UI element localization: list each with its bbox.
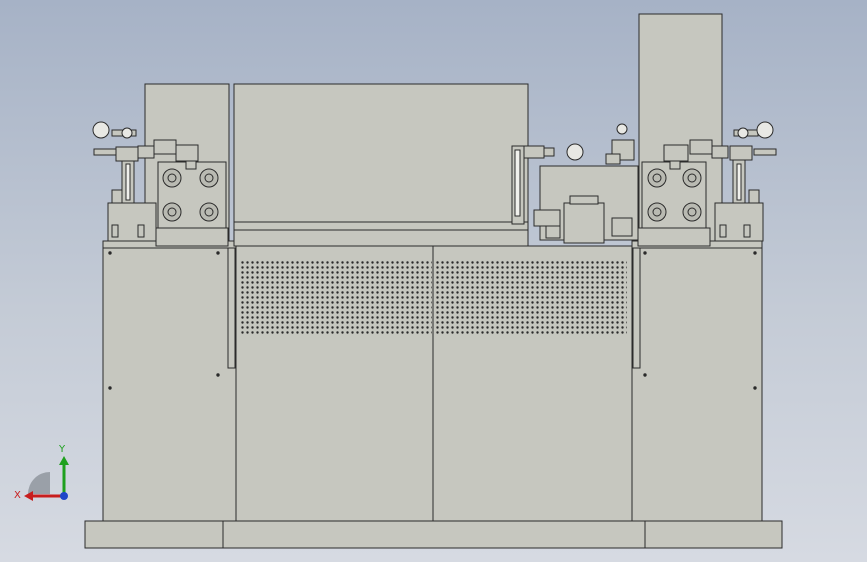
center-gauge-small	[616, 123, 628, 135]
right-gauge-small	[737, 127, 749, 139]
right-gauge	[756, 121, 774, 139]
y-axis-label: Y	[58, 444, 66, 455]
vent-panel-left	[241, 260, 432, 334]
machine-model[interactable]	[0, 0, 867, 562]
left-gauge	[92, 121, 110, 139]
z-axis-dot	[60, 492, 68, 500]
cad-viewport[interactable]: Y X	[0, 0, 867, 562]
vent-panel-right	[436, 260, 627, 334]
right-cabinet[interactable]	[631, 240, 763, 522]
left-cabinet[interactable]	[102, 240, 237, 522]
left-gauge-small	[121, 127, 133, 139]
x-axis-label: X	[14, 490, 21, 501]
triad-plane-icon	[28, 472, 50, 494]
center-gauge	[566, 143, 584, 161]
top-center-housing[interactable]	[233, 83, 529, 247]
center-cabinet[interactable]	[235, 245, 633, 522]
coordinate-triad: Y X	[14, 444, 69, 501]
base-plinth[interactable]	[84, 520, 783, 549]
